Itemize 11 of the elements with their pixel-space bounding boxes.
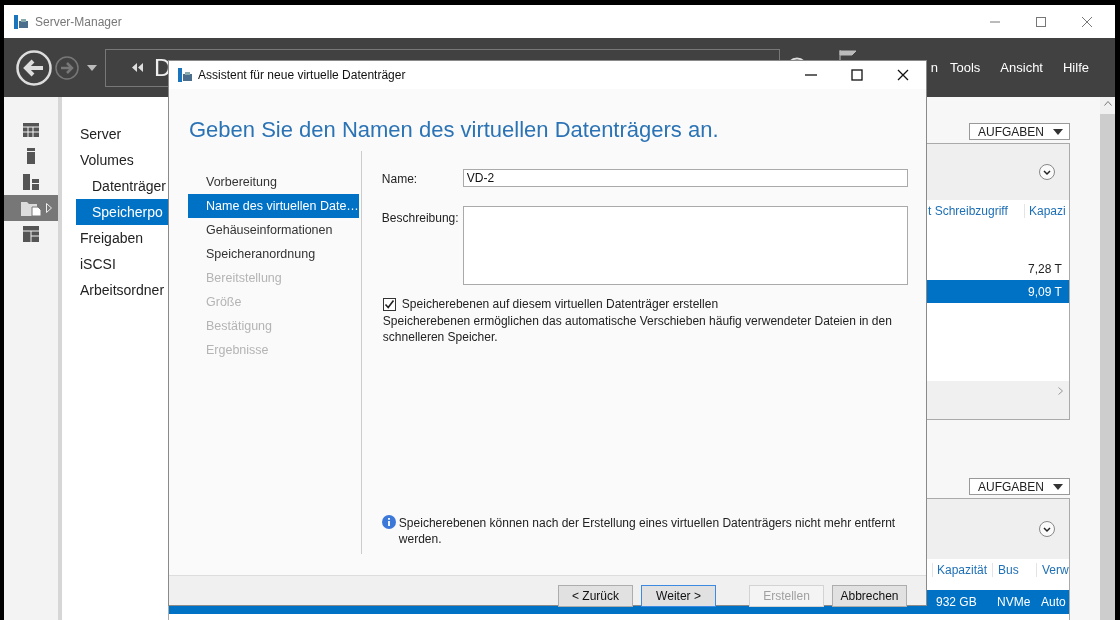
window-title: Server-Manager: [35, 14, 122, 29]
table-cell: 9,09 T: [1028, 284, 1062, 299]
table-cell: Auto: [1041, 595, 1066, 609]
field-label: Beschreibung:: [381, 210, 460, 225]
field-label: Name:: [381, 171, 419, 186]
dialog-title: Assistent für neue virtuelle Datenträger: [198, 68, 406, 82]
hint-text: Speicherebenen ermöglichen das automatische Verschieben häufig verwendeter Dateien in den schnelleren Speicher.: [382, 313, 893, 345]
table-cell: NVMe: [997, 595, 1031, 609]
page-heading: Geben Sie den Namen des virtuellen Datenträgers an.: [188, 116, 720, 144]
table-cell: 932 GB: [936, 595, 977, 609]
info-text: Speicherebenen können nach der Erstellung eines virtuellen Datenträgers nicht mehr entfernt werden.: [398, 515, 897, 547]
